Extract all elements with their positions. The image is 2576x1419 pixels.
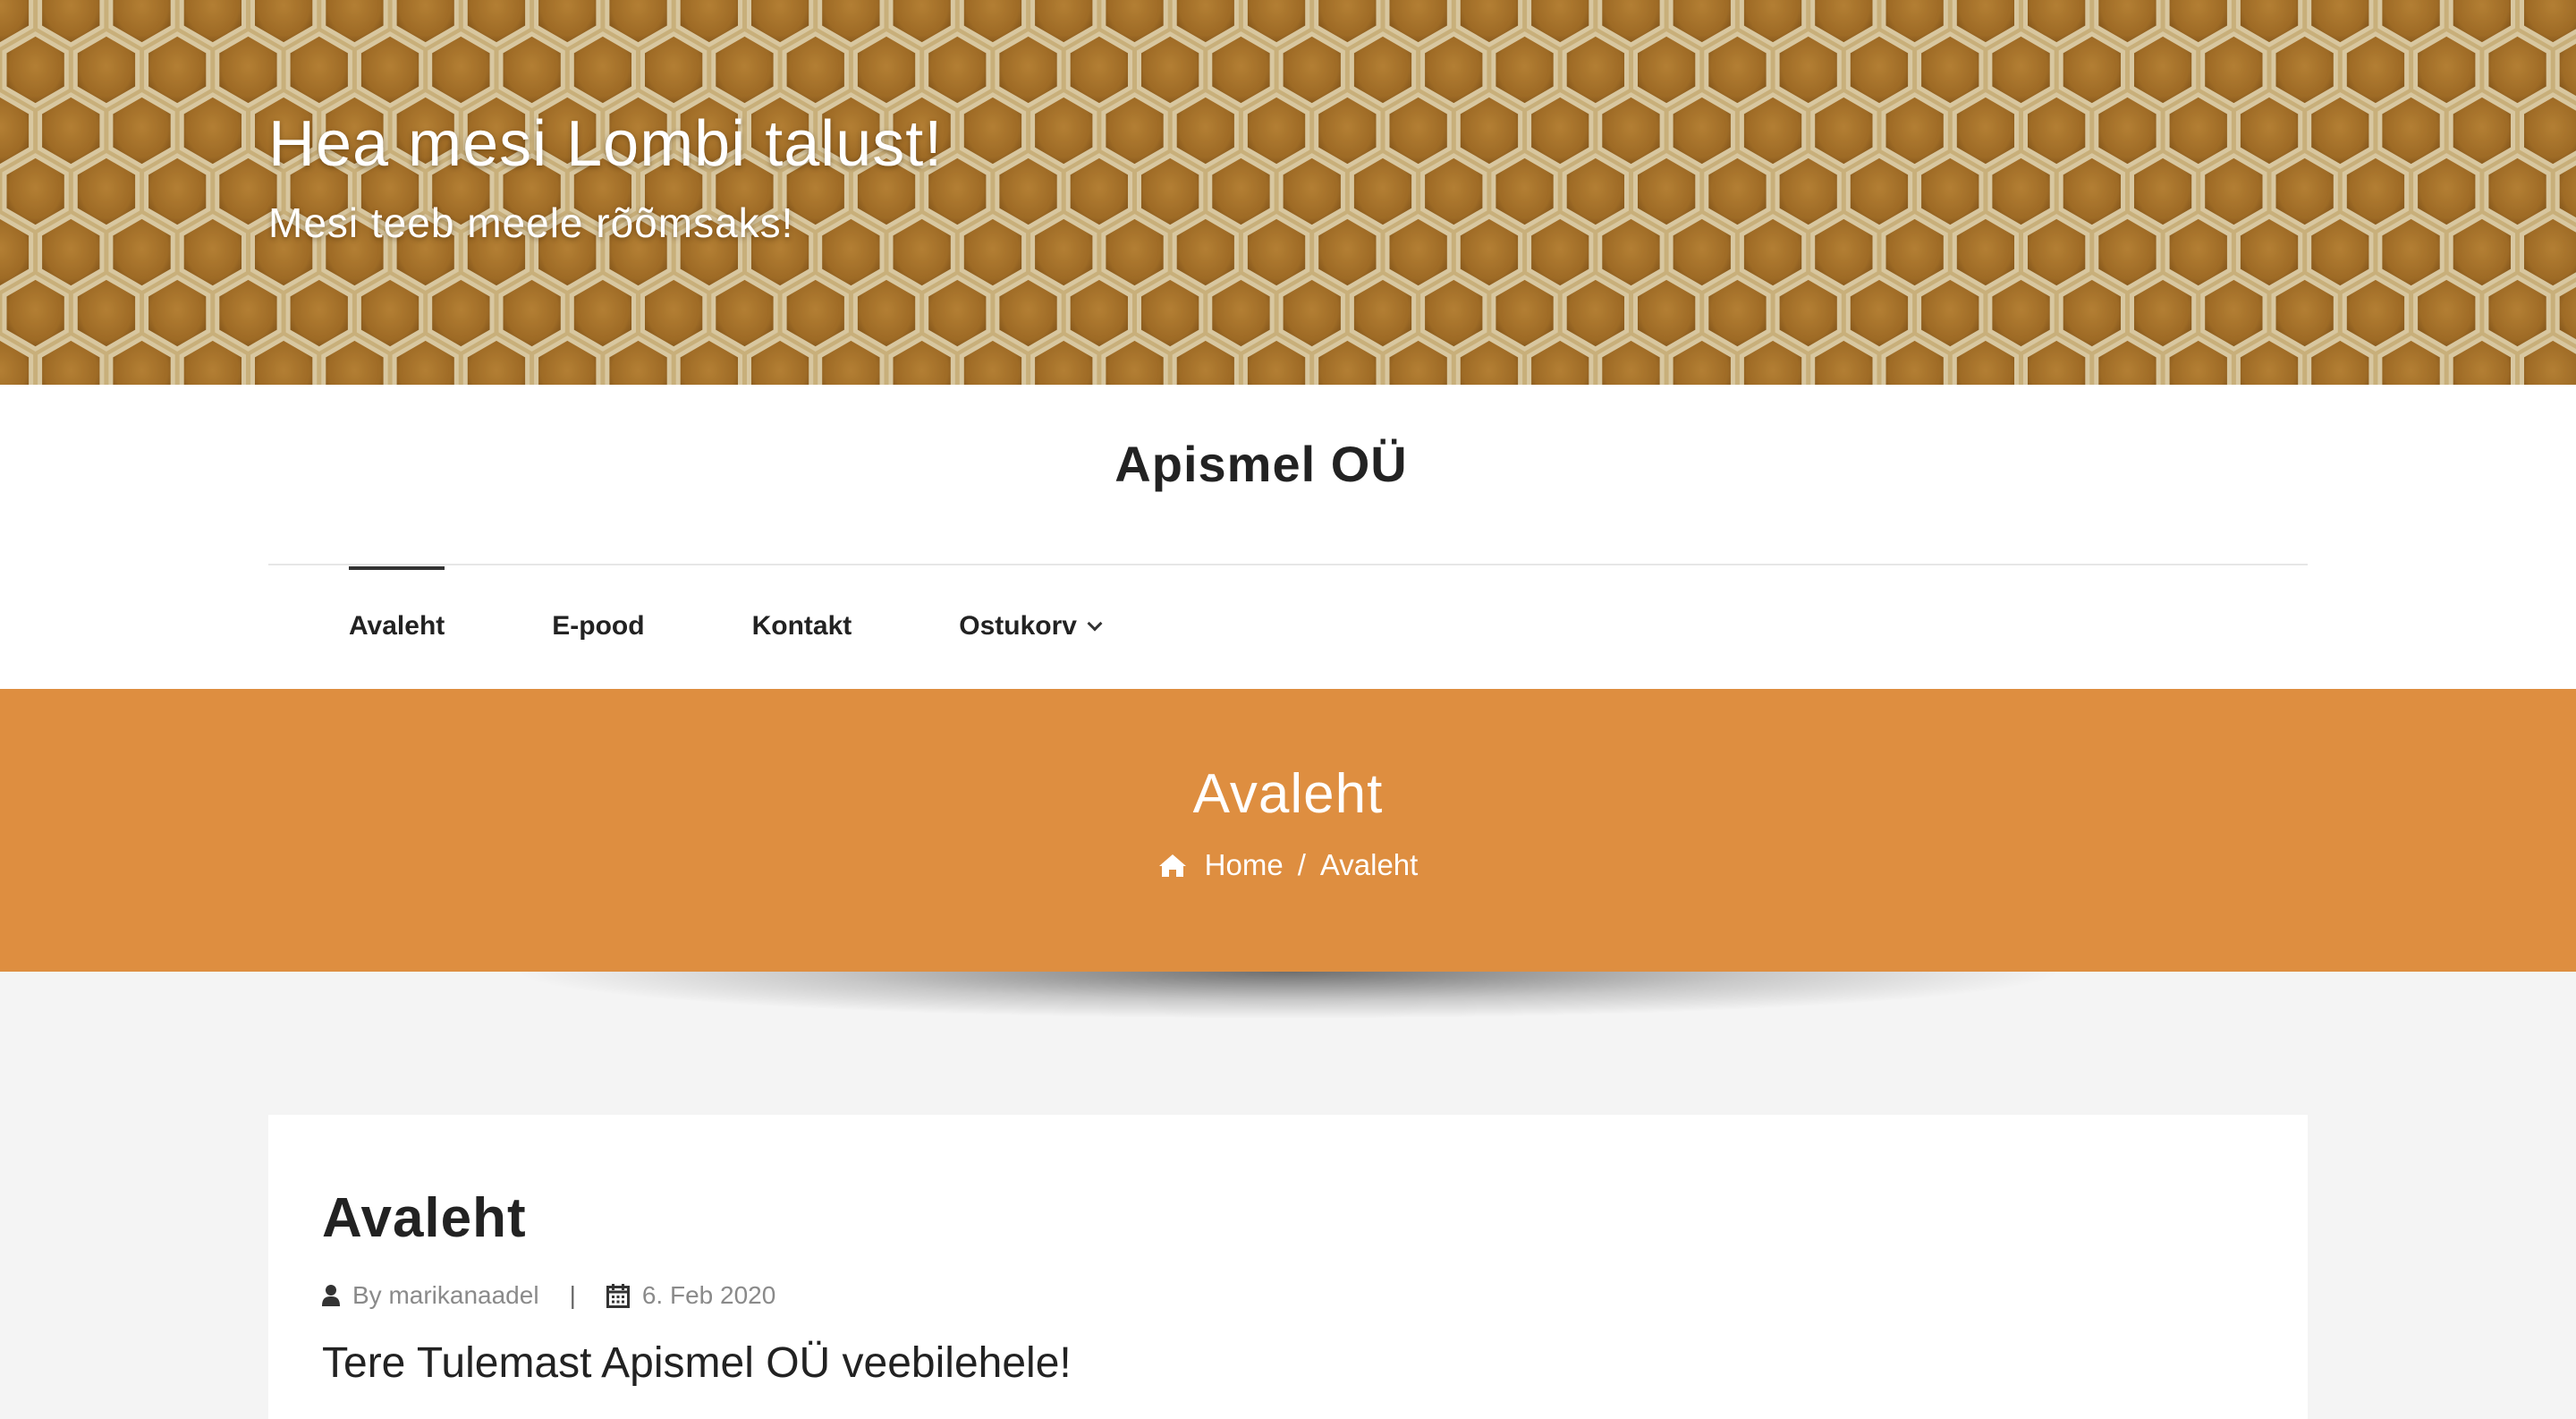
nav-item-avaleht[interactable]: Avaleht xyxy=(349,611,445,642)
nav-item-label: Avaleht xyxy=(349,611,445,642)
hero-title: Hea mesi Lombi talust! xyxy=(268,107,943,181)
honeycomb-background-image xyxy=(0,0,2576,385)
nav-item-ostukorv[interactable]: Ostukorv xyxy=(959,611,1100,642)
hero-subtitle: Mesi teeb meele rõõmsaks! xyxy=(268,199,793,247)
page-title-banner: Avaleht Home / Avaleht xyxy=(0,689,2576,972)
site-header: Apismel OÜ Avaleht E-pood Kontakt Ostuko… xyxy=(0,385,2576,689)
nav-item-label: Kontakt xyxy=(752,611,852,642)
post-card: Avaleht By marikanaadel | 6. xyxy=(268,1115,2308,1419)
banner-shadow xyxy=(259,972,2317,1034)
post-meta: By marikanaadel | 6. Feb 2020 xyxy=(322,1281,775,1310)
breadcrumb: Home / Avaleht xyxy=(0,848,2576,882)
site-name[interactable]: Apismel OÜ xyxy=(0,435,2522,493)
page-title: Avaleht xyxy=(0,762,2576,826)
post-date[interactable]: 6. Feb 2020 xyxy=(642,1281,775,1310)
breadcrumb-separator: / xyxy=(1298,848,1306,882)
user-icon xyxy=(322,1285,340,1306)
nav-item-label: Ostukorv xyxy=(959,611,1077,642)
home-icon xyxy=(1158,853,1187,878)
post-lead-text: Tere Tulemast Apismel OÜ veebilehele! xyxy=(322,1338,1072,1388)
breadcrumb-home-link[interactable]: Home xyxy=(1205,848,1284,882)
calendar-icon xyxy=(606,1283,630,1308)
main-navigation: Avaleht E-pood Kontakt Ostukorv xyxy=(349,564,1208,689)
nav-item-e-pood[interactable]: E-pood xyxy=(552,611,644,642)
nav-item-label: E-pood xyxy=(552,611,644,642)
breadcrumb-current: Avaleht xyxy=(1320,848,1418,882)
post-title[interactable]: Avaleht xyxy=(322,1186,527,1250)
nav-item-kontakt[interactable]: Kontakt xyxy=(752,611,852,642)
hero-banner: Hea mesi Lombi talust! Mesi teeb meele r… xyxy=(0,0,2576,385)
meta-separator: | xyxy=(570,1281,576,1310)
post-author[interactable]: By marikanaadel xyxy=(352,1281,539,1310)
chevron-down-icon xyxy=(1087,616,1102,632)
